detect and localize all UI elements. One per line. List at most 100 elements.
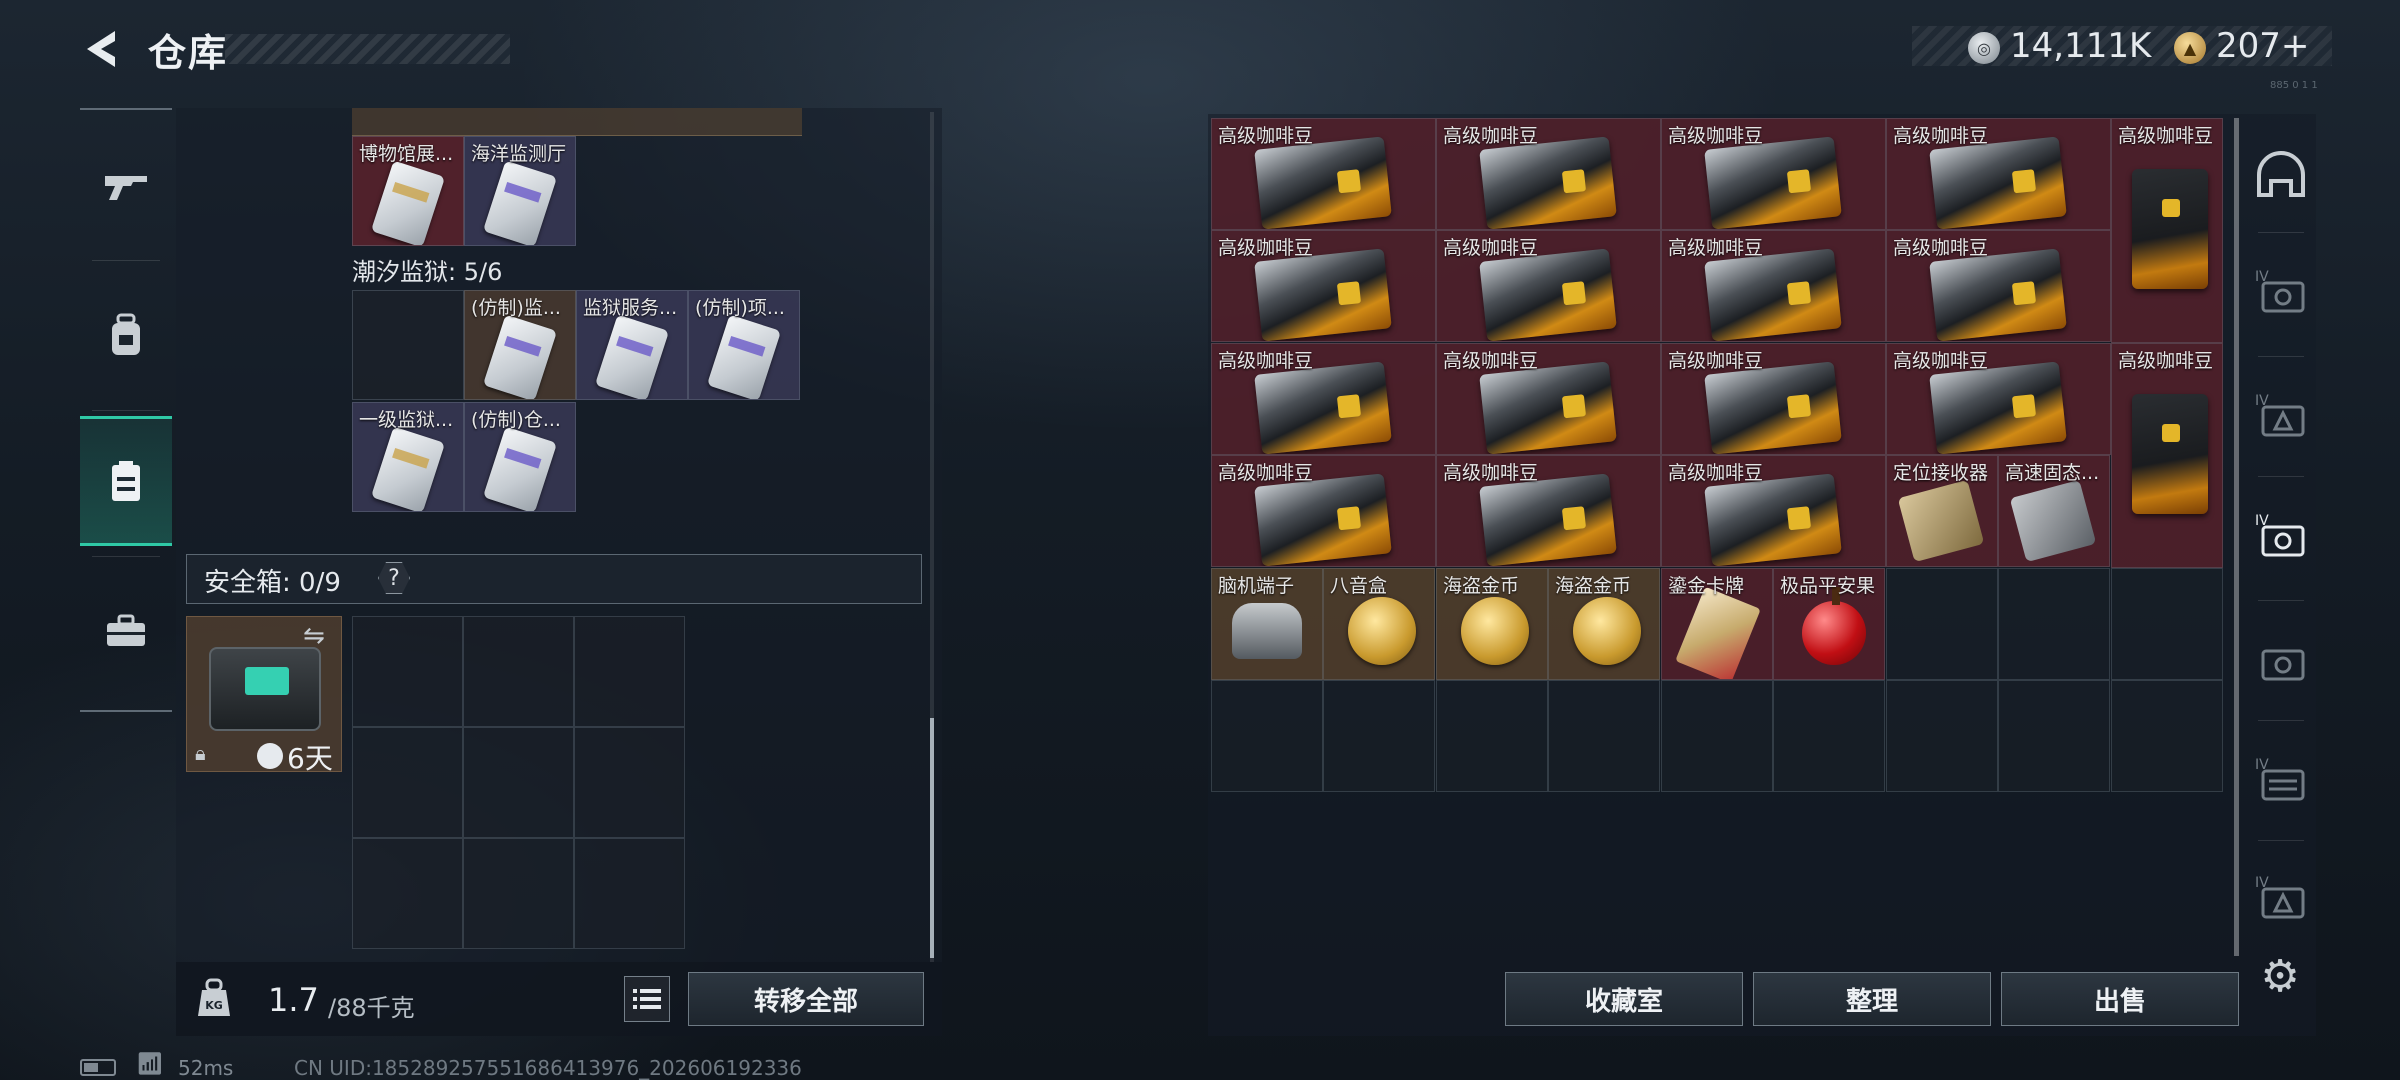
inventory-item[interactable]: 定位接收器 (1886, 455, 1998, 567)
inventory-item[interactable]: 高级咖啡豆 (1661, 343, 1886, 455)
weapon-icon (105, 176, 147, 200)
inventory-item[interactable]: 脑机端子 (1211, 568, 1323, 680)
silver-amount: 14,111K (2010, 26, 2152, 66)
coffee-bag-icon (1479, 361, 1617, 454)
inventory-item[interactable]: 高级咖啡豆 (2111, 343, 2223, 568)
lock-icon: 🔒︎ (195, 741, 206, 765)
inventory-item[interactable]: 高级咖啡豆 (2111, 118, 2223, 343)
coffee-bag-icon (2132, 169, 2208, 289)
inventory-item[interactable]: 高级咖啡豆 (1436, 455, 1661, 567)
swap-icon[interactable]: ⇋ (303, 621, 325, 651)
inventory-item[interactable]: 高级咖啡豆 (1886, 118, 2111, 230)
keycard-item[interactable]: (仿制)仓... (464, 402, 576, 512)
transfer-all-button[interactable]: 转移全部 (688, 972, 924, 1026)
inventory-item[interactable]: 高级咖啡豆 (1436, 343, 1661, 455)
sell-button[interactable]: 出售 (2001, 972, 2239, 1026)
cropped-items-row (352, 108, 802, 136)
gold-amount[interactable]: 207+ (2216, 26, 2309, 66)
nav-briefcase[interactable] (80, 566, 172, 696)
coffee-bag-icon (1929, 248, 2067, 341)
back-button[interactable] (78, 24, 124, 74)
safe-case-icon (209, 647, 321, 731)
keycard-item[interactable]: 博物馆展... (352, 136, 464, 246)
nav-backpack[interactable] (80, 270, 172, 400)
keycard-item[interactable]: (仿制)监... (464, 290, 576, 400)
empty-slot[interactable] (1998, 568, 2110, 680)
case-iv-icon: IV (2255, 757, 2305, 801)
empty-slot[interactable] (1211, 680, 1323, 792)
inventory-item[interactable]: 高级咖啡豆 (1886, 230, 2111, 342)
empty-slot[interactable] (2111, 680, 2223, 792)
inventory-item[interactable]: 极品平安果 (1773, 568, 1885, 680)
collection-room-button[interactable]: 收藏室 (1505, 972, 1743, 1026)
empty-slot[interactable] (1323, 680, 1435, 792)
settings-gear-icon[interactable]: ⚙ (2254, 950, 2306, 1002)
inventory-item[interactable]: 高级咖啡豆 (1211, 230, 1436, 342)
list-view-button[interactable] (624, 976, 670, 1022)
inventory-item[interactable]: 八音盒 (1323, 568, 1435, 680)
empty-slot[interactable] (1661, 680, 1773, 792)
right-scrollbar[interactable] (2234, 118, 2239, 956)
empty-slot[interactable] (1436, 680, 1548, 792)
rail-case-iv[interactable]: IV (2248, 728, 2314, 832)
left-scrollbar-thumb[interactable] (930, 718, 934, 958)
empty-slot[interactable] (1886, 680, 1998, 792)
empty-slot[interactable] (1886, 568, 1998, 680)
empty-slot[interactable] (1548, 680, 1660, 792)
keycard-item[interactable]: (仿制)项... (688, 290, 800, 400)
inventory-item[interactable]: 高级咖啡豆 (1886, 343, 2111, 455)
safe-slot[interactable] (463, 838, 574, 949)
title-decoration (225, 34, 510, 64)
safe-slot[interactable] (463, 727, 574, 838)
rail-armor[interactable] (2248, 608, 2314, 712)
rail-rig-iv[interactable]: IV (2248, 364, 2314, 468)
inventory-item[interactable]: 海盗金币 (1436, 568, 1548, 680)
inventory-item[interactable]: 高级咖啡豆 (1436, 230, 1661, 342)
safe-box-container[interactable]: ⇋ 🔒︎ 6天 (186, 616, 342, 775)
inventory-item[interactable]: 高级咖啡豆 (1211, 118, 1436, 230)
inventory-item[interactable]: 鎏金卡牌 (1661, 568, 1773, 680)
inventory-item[interactable]: 高级咖啡豆 (1661, 455, 1886, 567)
inventory-item[interactable]: 高级咖啡豆 (1211, 343, 1436, 455)
rail-backpack-iv[interactable]: IV (2248, 484, 2314, 588)
keycard-icon (482, 426, 558, 511)
empty-slot[interactable] (1998, 680, 2110, 792)
weight-max: /88千克 (328, 994, 415, 1022)
gold-coin-icon (1461, 597, 1529, 665)
armor-icon (2261, 649, 2305, 681)
list-icon (633, 989, 661, 1009)
box-iv-icon: IV (2255, 875, 2305, 919)
keycard-icon (370, 160, 446, 245)
safe-slot[interactable] (574, 838, 685, 949)
keycard-item[interactable]: 监狱服务... (576, 290, 688, 400)
empty-keycard-slot[interactable] (352, 290, 464, 400)
empty-slot[interactable] (2111, 568, 2223, 680)
safe-slot[interactable] (352, 727, 463, 838)
safe-slot[interactable] (352, 838, 463, 949)
nav-weapons[interactable] (80, 120, 172, 250)
category-rail: IV IV IV IV IV (2248, 124, 2314, 974)
inventory-item[interactable]: 高速固态... (1998, 455, 2110, 567)
rail-armor-iv[interactable]: IV (2248, 240, 2314, 344)
rail-box-iv[interactable]: IV (2248, 846, 2314, 950)
inventory-item[interactable]: 高级咖啡豆 (1661, 230, 1886, 342)
keycard-item[interactable]: 海洋监测厅 (464, 136, 576, 246)
keycard-item[interactable]: 一级监狱... (352, 402, 464, 512)
inventory-item[interactable]: 高级咖啡豆 (1436, 118, 1661, 230)
safe-slot[interactable] (574, 616, 685, 727)
coffee-bag-icon (1254, 473, 1392, 566)
safe-slot[interactable] (574, 727, 685, 838)
rig-iv-icon: IV (2255, 393, 2305, 437)
empty-slot[interactable] (1773, 680, 1885, 792)
apple-icon (1802, 587, 1866, 665)
sort-button[interactable]: 整理 (1753, 972, 1991, 1026)
rail-helmet[interactable] (2248, 124, 2314, 228)
inventory-item[interactable]: 高级咖啡豆 (1661, 118, 1886, 230)
inventory-item[interactable]: 海盗金币 (1548, 568, 1660, 680)
inventory-item[interactable]: 高级咖啡豆 (1211, 455, 1436, 567)
safe-slot[interactable] (352, 616, 463, 727)
gold-coin-icon (1573, 597, 1641, 665)
gold-coin-icon[interactable]: ▲ (2174, 32, 2206, 64)
nav-storage[interactable] (80, 416, 172, 546)
safe-slot[interactable] (463, 616, 574, 727)
